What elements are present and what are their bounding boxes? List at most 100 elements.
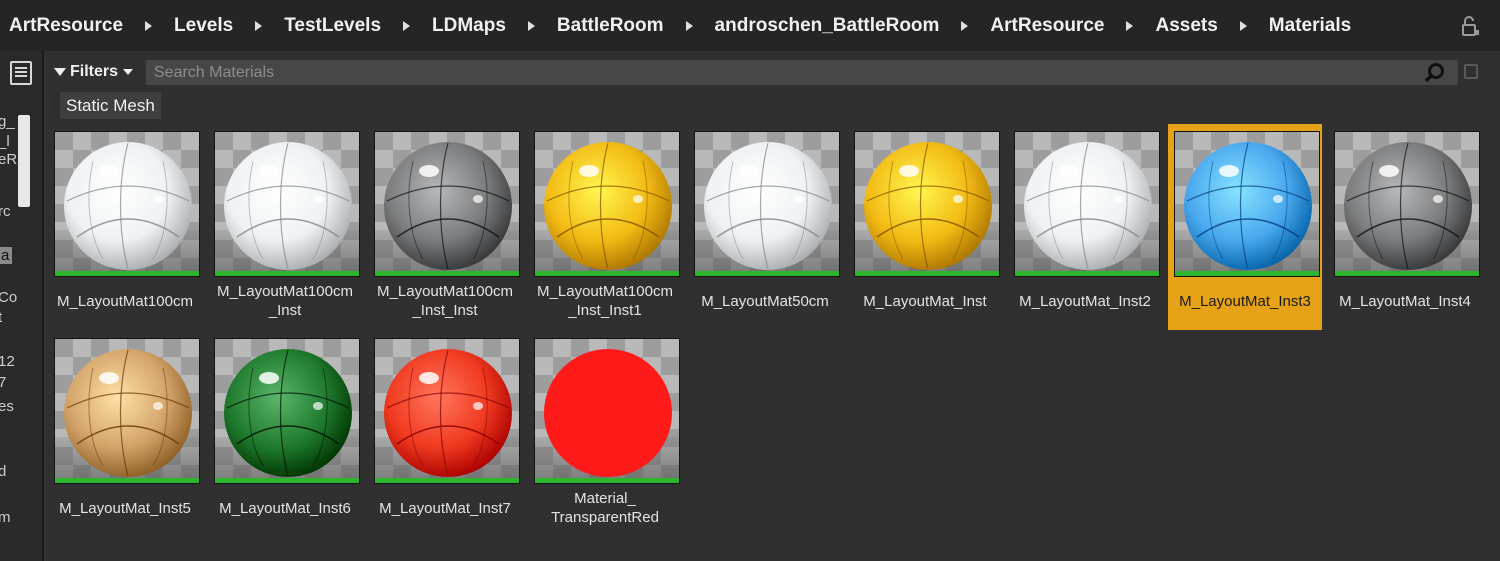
asset-tile[interactable]: M_LayoutMat_Inst5 — [48, 331, 202, 537]
asset-type-color-bar — [375, 271, 519, 276]
active-filter-chip[interactable]: Static Mesh — [50, 92, 161, 119]
material-sphere — [383, 141, 513, 271]
asset-name: M_LayoutMat_Inst6 — [219, 500, 351, 517]
sources-panel-edge: g_ _leR rc a Co t 12 7 es d m — [0, 51, 44, 561]
material-sphere — [863, 141, 993, 271]
asset-type-color-bar — [535, 478, 679, 483]
material-thumbnail — [534, 338, 680, 484]
truncated-source-label: _l — [0, 133, 10, 150]
asset-tile[interactable]: M_LayoutMat_Inst — [848, 124, 1002, 330]
asset-type-color-bar — [55, 478, 199, 483]
breadcrumb-item[interactable]: ArtResource — [9, 15, 123, 37]
breadcrumb-item[interactable]: androschen_BattleRoom — [715, 15, 940, 37]
breadcrumb-separator-icon[interactable] — [961, 20, 969, 31]
breadcrumb-item[interactable]: ArtResource — [990, 15, 1104, 37]
asset-name: Material_ TransparentRed — [551, 490, 659, 526]
asset-name: M_LayoutMat100cm _Inst — [217, 283, 353, 319]
asset-tile[interactable]: M_LayoutMat_Inst7 — [368, 331, 522, 537]
truncated-source-label: t — [0, 309, 2, 326]
asset-type-color-bar — [55, 271, 199, 276]
breadcrumb-item[interactable]: Assets — [1155, 15, 1217, 37]
asset-type-color-bar — [1175, 271, 1319, 276]
material-sphere — [543, 141, 673, 271]
material-sphere — [63, 348, 193, 478]
asset-tile[interactable]: M_LayoutMat_Inst6 — [208, 331, 362, 537]
truncated-source-label: rc — [0, 203, 11, 220]
material-thumbnail — [54, 338, 200, 484]
asset-tile[interactable]: M_LayoutMat100cm — [48, 124, 202, 330]
filters-label: Filters — [70, 63, 119, 80]
truncated-source-label: g_ — [0, 113, 15, 130]
asset-type-color-bar — [375, 478, 519, 483]
asset-name: M_LayoutMat_Inst — [863, 293, 987, 310]
truncated-source-label: Co — [0, 289, 18, 306]
material-thumbnail — [1334, 131, 1480, 277]
sources-toggle-button[interactable] — [10, 61, 32, 85]
truncated-source-label: a — [0, 247, 13, 264]
active-filter-label: Static Mesh — [66, 95, 155, 115]
breadcrumb-item[interactable]: Materials — [1269, 15, 1351, 37]
breadcrumb-separator-icon[interactable] — [685, 20, 693, 31]
asset-tile[interactable]: M_LayoutMat_Inst3 — [1168, 124, 1322, 330]
material-sphere — [63, 141, 193, 271]
asset-name: M_LayoutMat_Inst4 — [1339, 293, 1471, 310]
asset-name: M_LayoutMat100cm _Inst_Inst — [377, 283, 513, 319]
asset-tile[interactable]: M_LayoutMat50cm — [688, 124, 842, 330]
breadcrumb-separator-icon[interactable] — [403, 20, 411, 31]
asset-name: M_LayoutMat_Inst2 — [1019, 293, 1151, 310]
material-sphere — [1023, 141, 1153, 271]
material-thumbnail — [1174, 131, 1320, 277]
material-thumbnail — [374, 131, 520, 277]
breadcrumb-separator-icon[interactable] — [255, 20, 263, 31]
scrollbar-thumb[interactable] — [18, 115, 30, 207]
material-sphere — [223, 141, 353, 271]
asset-type-color-bar — [1335, 271, 1479, 276]
search-input[interactable] — [146, 60, 1458, 85]
asset-name: M_LayoutMat100cm _Inst_Inst1 — [537, 283, 673, 319]
chevron-down-icon — [123, 69, 134, 75]
filter-icon — [54, 68, 66, 76]
breadcrumb-separator-icon[interactable] — [527, 20, 535, 31]
asset-tile[interactable]: M_LayoutMat_Inst4 — [1328, 124, 1482, 330]
asset-type-color-bar — [215, 271, 359, 276]
truncated-source-label: eR — [0, 151, 18, 168]
breadcrumb-item[interactable]: BattleRoom — [557, 15, 664, 37]
breadcrumb-separator-icon[interactable] — [145, 20, 153, 31]
asset-name: M_LayoutMat100cm — [57, 293, 193, 310]
asset-type-color-bar — [855, 271, 999, 276]
breadcrumb-separator-icon[interactable] — [1239, 20, 1247, 31]
material-sphere — [1343, 141, 1473, 271]
material-thumbnail — [54, 131, 200, 277]
search-icon[interactable] — [1424, 62, 1446, 84]
material-sphere — [223, 348, 353, 478]
asset-tile[interactable]: M_LayoutMat100cm _Inst — [208, 124, 362, 330]
breadcrumb-item[interactable]: LDMaps — [432, 15, 506, 37]
asset-type-color-bar — [695, 271, 839, 276]
asset-browser: Filters Static Mesh M_LayoutMat100cm M_La… — [44, 51, 1500, 561]
asset-type-color-bar — [215, 478, 359, 483]
lock-icon[interactable] — [1460, 15, 1480, 37]
asset-tile[interactable]: Material_ TransparentRed — [528, 331, 682, 537]
truncated-source-label: 7 — [0, 374, 6, 391]
save-search-icon[interactable] — [1464, 64, 1478, 79]
breadcrumb-separator-icon[interactable] — [1126, 20, 1134, 31]
material-thumbnail — [1014, 131, 1160, 277]
asset-tile[interactable]: M_LayoutMat100cm _Inst_Inst1 — [528, 124, 682, 330]
asset-name: M_LayoutMat_Inst3 — [1179, 293, 1311, 310]
asset-tile[interactable]: M_LayoutMat100cm _Inst_Inst — [368, 124, 522, 330]
asset-name: M_LayoutMat50cm — [701, 293, 829, 310]
filters-button[interactable]: Filters — [54, 61, 134, 83]
material-sphere — [383, 348, 513, 478]
asset-type-color-bar — [1015, 271, 1159, 276]
truncated-source-label: es — [0, 398, 14, 415]
asset-tile[interactable]: M_LayoutMat_Inst2 — [1008, 124, 1162, 330]
material-sphere — [703, 141, 833, 271]
asset-name: M_LayoutMat_Inst5 — [59, 500, 191, 517]
breadcrumb-item[interactable]: TestLevels — [284, 15, 381, 37]
asset-type-color-bar — [535, 271, 679, 276]
material-thumbnail — [214, 338, 360, 484]
material-sphere — [543, 348, 673, 478]
truncated-source-label: 12 — [0, 353, 15, 370]
breadcrumb-item[interactable]: Levels — [174, 15, 233, 37]
material-thumbnail — [374, 338, 520, 484]
